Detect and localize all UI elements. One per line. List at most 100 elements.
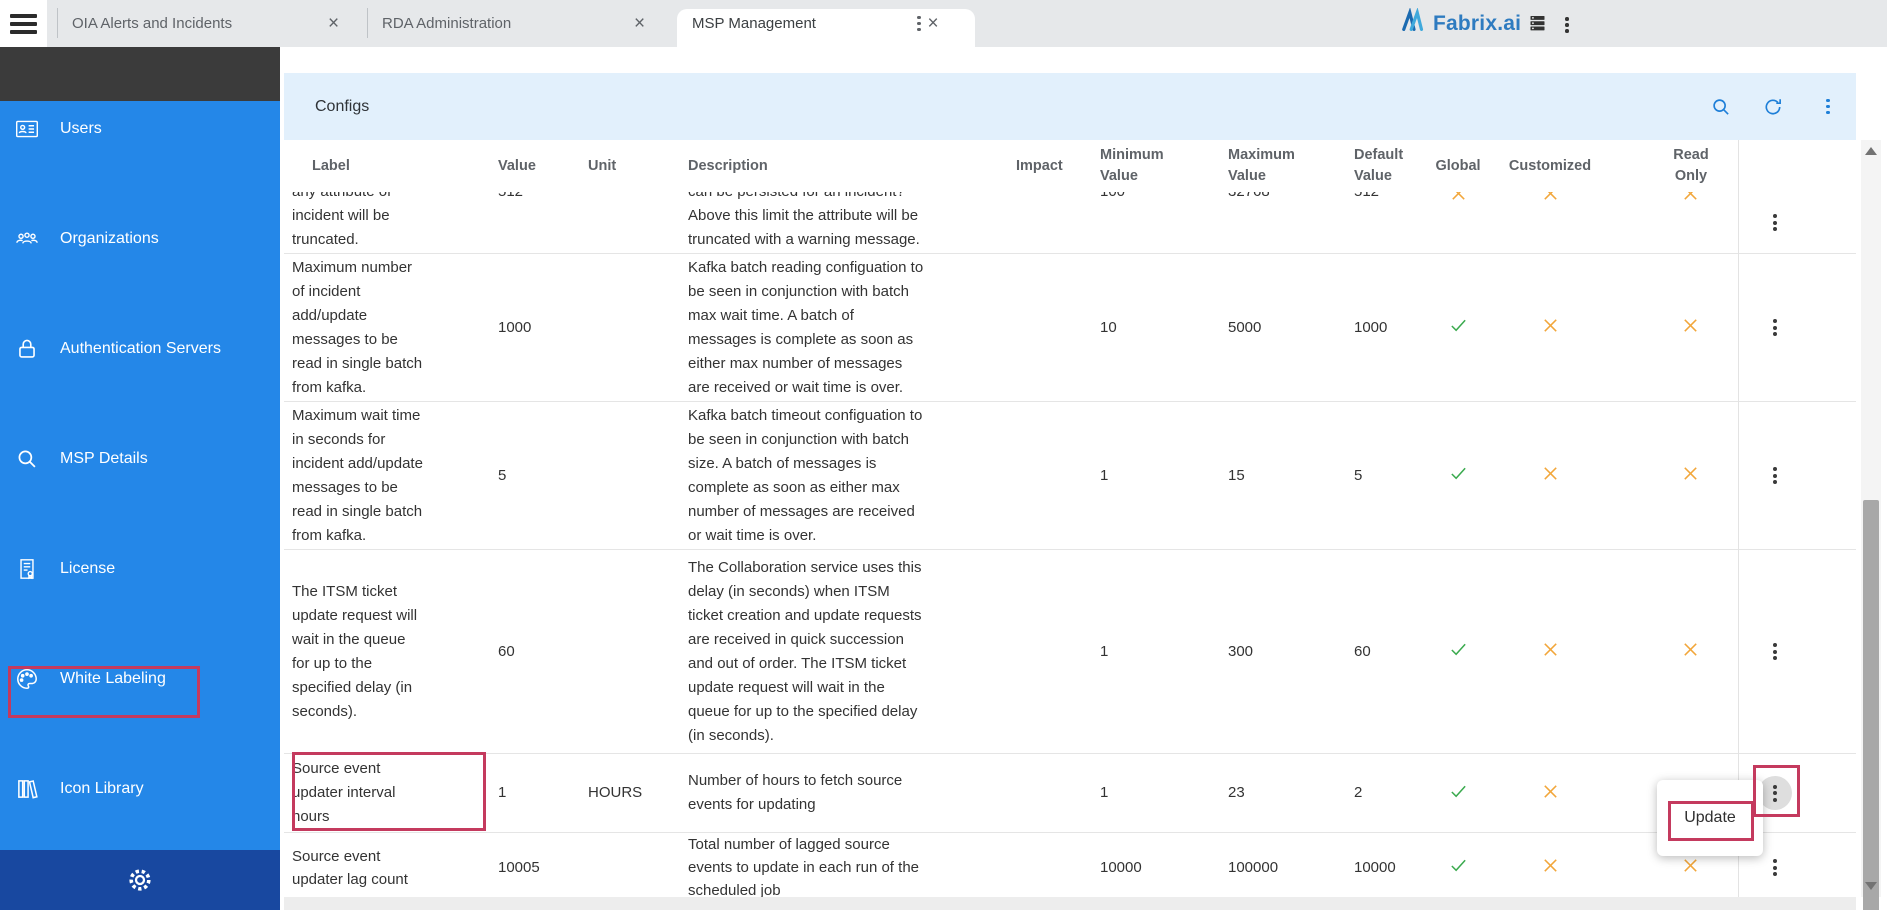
tab-menu-icon[interactable]: [914, 13, 924, 35]
horizontal-scrollbar-track[interactable]: [284, 897, 1856, 910]
config-default-value-cell: 1000: [1354, 254, 1434, 401]
scrollbar-thumb[interactable]: [1863, 500, 1879, 910]
sidebar-item-label: License: [60, 560, 115, 578]
sidebar-item-icon-library[interactable]: Icon Library: [0, 761, 280, 816]
row-actions-menu-button[interactable]: [1753, 550, 1797, 753]
column-header-default-value: Default Value: [1354, 140, 1418, 192]
config-value-cell: 10005: [498, 833, 582, 902]
column-header-value: Value: [498, 140, 568, 192]
config-min-value-cell: 1: [1100, 754, 1195, 832]
config-value-cell: 512: [498, 192, 582, 253]
config-readonly-cross-icon: [1670, 550, 1710, 753]
config-readonly-cross-icon: [1670, 254, 1710, 401]
tab-separator: [57, 8, 58, 38]
more-vertical-icon[interactable]: [1813, 92, 1843, 122]
app-root: OIA Alerts and Incidents × RDA Administr…: [0, 0, 1887, 910]
config-customized-cross-icon: [1530, 754, 1570, 832]
config-label-cell: The ITSM ticketupdate request willwait i…: [292, 550, 480, 753]
config-global-cross-icon: [1438, 192, 1478, 253]
sidebar-item-authentication-servers[interactable]: Authentication Servers: [0, 321, 280, 376]
row-actions-menu-button[interactable]: [1753, 254, 1797, 401]
tab-title: OIA Alerts and Incidents: [72, 15, 324, 32]
tab-title: RDA Administration: [382, 15, 630, 32]
padlock-icon: [14, 336, 40, 362]
sidebar-header-block: [0, 47, 280, 101]
sidebar-item-users[interactable]: Users: [0, 101, 280, 156]
tab-oia-alerts[interactable]: OIA Alerts and Incidents ×: [72, 0, 348, 47]
magnifier-icon: [14, 446, 40, 472]
config-customized-cross-icon: [1530, 550, 1570, 753]
config-description-cell: Kafka batch reading configuation tobe se…: [688, 254, 998, 401]
config-row-3: Maximum wait timein seconds forincident …: [284, 402, 1856, 550]
config-description-cell: Number of hours to fetch sourceevents fo…: [688, 754, 998, 832]
hamburger-menu-icon[interactable]: [0, 0, 47, 47]
tab-rda-administration[interactable]: RDA Administration ×: [382, 0, 654, 47]
vertical-scrollbar[interactable]: [1861, 140, 1881, 897]
sidebar-item-license[interactable]: License: [0, 541, 280, 596]
column-header-customized: Customized: [1510, 140, 1590, 192]
sidebar-item-label: Users: [60, 120, 102, 138]
config-unit-cell: HOURS: [588, 754, 682, 832]
tab-msp-management[interactable]: MSP Management ×: [692, 0, 970, 47]
scroll-up-icon[interactable]: [1865, 147, 1877, 155]
tab-separator: [367, 8, 368, 38]
config-description-cell: The Collaboration service uses thisdelay…: [688, 550, 998, 753]
config-min-value-cell: 10: [1100, 254, 1195, 401]
config-default-value-cell: 10000: [1354, 833, 1434, 902]
sidebar-item-organizations[interactable]: Organizations: [0, 211, 280, 266]
sidebar-item-label: MSP Details: [60, 450, 148, 468]
config-value-cell: 1: [498, 754, 582, 832]
config-value-cell: 5: [498, 402, 582, 549]
config-description-cell: Kafka batch timeout configuation tobe se…: [688, 402, 998, 549]
close-icon[interactable]: ×: [630, 12, 649, 35]
gear-icon[interactable]: [124, 864, 156, 896]
config-row-6: Source eventupdater lag count 10005 Total …: [284, 833, 1856, 903]
close-icon[interactable]: ×: [324, 12, 343, 35]
people-group-icon: [14, 226, 40, 252]
configs-panel: Configs LabelValueUnitDescriptionImpactM…: [284, 73, 1856, 897]
sidebar-nav: Users Organizations Authentication Servers…: [0, 101, 280, 850]
config-customized-cross-icon: [1530, 402, 1570, 549]
more-vertical-icon[interactable]: [1562, 14, 1572, 36]
server-icon[interactable]: [1527, 12, 1548, 38]
configs-panel-header: Configs: [284, 73, 1856, 140]
config-description-cell: can be persisted for an incident?Above t…: [688, 192, 998, 253]
fabrix-logo-icon: [1400, 8, 1428, 39]
column-header-label: Label: [312, 140, 442, 192]
scroll-down-icon[interactable]: [1865, 882, 1877, 890]
sidebar-item-label: Icon Library: [60, 780, 144, 798]
config-label-cell: Source eventupdater lag count: [292, 833, 480, 902]
refresh-icon[interactable]: [1761, 95, 1785, 119]
sidebar-footer: [0, 850, 280, 910]
sidebar-item-white-labeling[interactable]: White Labeling: [0, 651, 280, 706]
row-actions-popup: Update: [1657, 780, 1763, 856]
sidebar-item-label: Authentication Servers: [60, 340, 221, 358]
config-default-value-cell: 60: [1354, 550, 1434, 753]
config-readonly-cross-icon: [1670, 402, 1710, 549]
id-card-icon: [14, 116, 40, 142]
books-icon: [14, 776, 40, 802]
panel-title: Configs: [315, 98, 369, 116]
config-label-cell: any attribute ofincident will betruncate…: [292, 192, 480, 253]
column-header-impact: Impact: [1016, 140, 1086, 192]
tab-title: MSP Management: [692, 15, 914, 32]
palette-icon: [14, 666, 40, 692]
column-header-minimum-value: Minimum Value: [1100, 140, 1172, 192]
config-label-cell: Maximum wait timein seconds forincident …: [292, 402, 480, 549]
browser-tab-bar: OIA Alerts and Incidents × RDA Administr…: [0, 0, 1887, 47]
config-value-cell: 60: [498, 550, 582, 753]
sidebar-item-label: Organizations: [60, 230, 159, 248]
row-actions-menu-button[interactable]: [1753, 402, 1797, 549]
sidebar-item-msp-details[interactable]: MSP Details: [0, 431, 280, 486]
config-max-value-cell: 100000: [1228, 833, 1328, 902]
config-row-2: Maximum numberof incidentadd/updatemessa…: [284, 254, 1856, 402]
config-description-cell: Total number of lagged sourceevents to u…: [688, 833, 998, 902]
config-default-value-cell: 2: [1354, 754, 1434, 832]
row-actions-menu-button[interactable]: [1753, 192, 1797, 253]
table-body: any attribute ofincident will betruncate…: [284, 192, 1856, 903]
update-menu-item[interactable]: Update: [1684, 809, 1736, 827]
column-header-description: Description: [688, 140, 908, 192]
close-icon[interactable]: ×: [924, 12, 943, 35]
column-header-global: Global: [1428, 140, 1488, 192]
search-icon[interactable]: [1709, 95, 1733, 119]
